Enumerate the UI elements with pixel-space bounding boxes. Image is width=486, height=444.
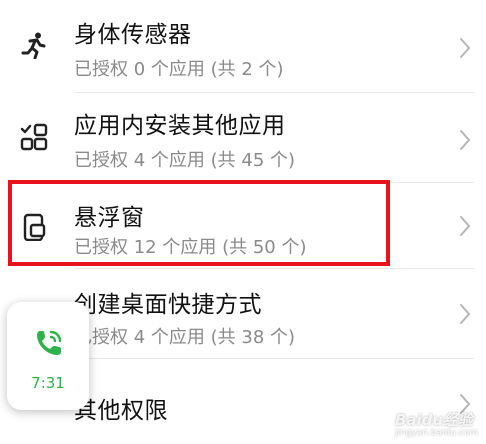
watermark-subtext: jingyan.baidu.com <box>394 428 478 438</box>
permission-title: 应用内安装其他应用 <box>74 113 286 139</box>
permission-title: 悬浮窗 <box>74 205 145 231</box>
chevron-right-icon <box>460 130 471 150</box>
permission-subtitle: 已授权 12 个应用 (共 50 个) <box>74 237 307 258</box>
chevron-right-icon <box>460 38 471 58</box>
permission-subtitle: 已授权 4 个应用 (共 38 个) <box>74 327 296 348</box>
permission-row-floating-window[interactable]: 悬浮窗 已授权 12 个应用 (共 50 个) <box>0 183 486 273</box>
watermark: Baidu经验 jingyan.baidu.com <box>395 409 478 438</box>
floating-window-icon <box>20 213 48 241</box>
permission-row-install-apps[interactable]: 应用内安装其他应用 已授权 4 个应用 (共 45 个) <box>0 93 486 183</box>
chevron-right-icon <box>460 216 471 236</box>
chevron-right-icon <box>460 304 471 324</box>
watermark-text: Baidu经验 <box>394 411 474 429</box>
running-person-icon <box>20 31 48 59</box>
app-grid-check-icon <box>20 123 48 151</box>
floating-call-bubble[interactable]: 7:31 <box>7 302 89 410</box>
permission-row-body-sensors[interactable]: 身体传感器 已授权 0 个应用 (共 2 个) <box>0 0 486 90</box>
phone-call-icon <box>37 330 62 355</box>
permission-subtitle: 已授权 4 个应用 (共 45 个) <box>74 150 296 171</box>
permission-settings-screen: 身体传感器 已授权 0 个应用 (共 2 个) 应用内安装其他应用 已授权 4 … <box>0 0 486 444</box>
permission-title: 创建桌面快捷方式 <box>74 292 262 318</box>
call-duration: 7:31 <box>31 374 65 392</box>
permission-title: 身体传感器 <box>74 22 192 48</box>
permission-subtitle: 已授权 0 个应用 (共 2 个) <box>74 59 284 80</box>
